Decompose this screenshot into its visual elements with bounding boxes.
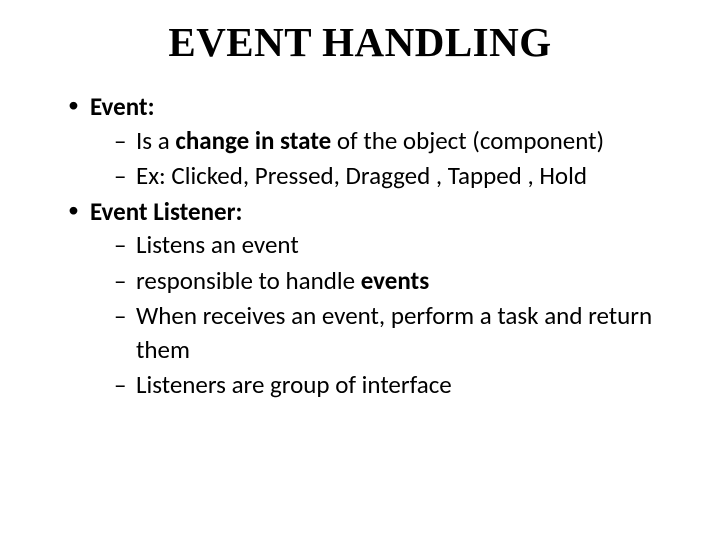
bullet-label: Event Listener: [90,196,242,227]
slide-title: EVENT HANDLING [30,18,690,66]
text-pre: responsible to handle [136,265,361,296]
sub-bullet-item: When receives an event, perform a task a… [114,299,690,366]
bullet-item: Event: Is a change in state of the objec… [68,90,690,193]
sub-bullet-item: Listeners are group of interface [114,368,690,402]
text-pre: When receives an event, perform a task a… [136,300,652,365]
slide-content: Event: Is a change in state of the objec… [30,90,690,402]
bullet-label: Event: [90,91,154,122]
sub-bullet-item: Ex: Clicked, Pressed, Dragged , Tapped ,… [114,159,690,193]
sub-bullet-item: Listens an event [114,228,690,262]
bullet-list-level2: Listens an event responsible to handle e… [90,228,690,402]
bullet-item: Event Listener: Listens an event respons… [68,195,690,402]
text-pre: Listeners are group of interface [136,369,452,400]
text-bold: events [361,265,429,296]
sub-bullet-item: Is a change in state of the object (comp… [114,124,690,158]
text-pre: Listens an event [136,229,299,260]
text-post: of the object (component) [331,125,604,156]
sub-bullet-item: responsible to handle events [114,264,690,298]
bullet-list-level2: Is a change in state of the object (comp… [90,124,690,193]
text-pre: Ex: Clicked, Pressed, Dragged , Tapped ,… [136,160,587,191]
text-pre: Is a [136,125,175,156]
bullet-list-level1: Event: Is a change in state of the objec… [30,90,690,402]
text-bold: change in state [175,125,331,156]
